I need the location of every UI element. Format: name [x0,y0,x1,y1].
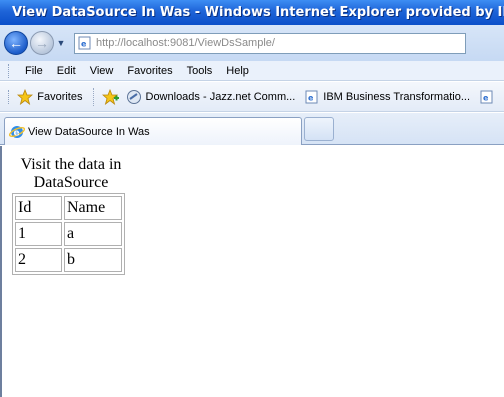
table-row: 2 b [15,248,122,272]
page-ie-icon: e [78,36,91,50]
chevron-down-icon: ▼ [56,38,66,48]
forward-arrow-icon: → [35,35,49,51]
back-button[interactable]: ← [4,31,28,55]
page-ie-icon: e [305,90,318,103]
favorites-label: Favorites [37,90,83,103]
tab-strip: e View DataSource In Was [0,113,504,145]
favorite-link-label: IBM Business Transformatio... [323,90,470,103]
address-bar[interactable]: e http://localhost:9081/ViewDsSample/ [74,32,466,54]
address-url: http://localhost:9081/ViewDsSample/ [96,37,275,49]
favorite-link-more[interactable]: e [480,90,494,104]
menu-help[interactable]: Help [219,65,256,77]
favorites-bar: Favorites Downloads - Jazz.net Comm... e… [0,82,504,112]
menu-view[interactable]: View [83,65,121,77]
table-header-cell: Id [15,196,62,220]
favorites-button[interactable]: Favorites [17,88,83,105]
back-arrow-icon: ← [9,35,23,51]
menu-edit[interactable]: Edit [50,65,83,77]
datasource-panel: Visit the data in DataSource Id Name 1 a… [12,156,130,275]
recent-pages-dropdown[interactable]: ▼ [54,31,68,55]
table-cell: 1 [15,222,62,246]
favorite-link-ibm[interactable]: e IBM Business Transformatio... [305,90,470,104]
add-to-favorites-button[interactable] [101,88,120,105]
page-ie-icon: e [480,90,493,103]
internet-explorer-icon: e [9,125,25,138]
star-icon [17,88,34,105]
table-cell: b [64,248,122,272]
table-header-row: Id Name [15,196,122,220]
svg-text:e: e [308,93,314,102]
page-content: Visit the data in DataSource Id Name 1 a… [0,146,504,397]
tab-label: View DataSource In Was [28,125,150,138]
favorites-grip[interactable] [8,89,10,104]
tab-view-datasource[interactable]: e View DataSource In Was [4,117,302,145]
page-heading: Visit the data in DataSource [20,156,122,191]
table-cell: a [64,222,122,246]
favorite-link-label: Downloads - Jazz.net Comm... [145,90,296,103]
add-favorite-icon [101,88,119,105]
globe-icon [126,89,141,104]
table-row: 1 a [15,222,122,246]
menu-file[interactable]: File [18,65,50,77]
menu-favorites[interactable]: Favorites [120,65,179,77]
new-tab-button[interactable] [304,117,334,141]
table-cell: 2 [15,248,62,272]
toolbar-grip[interactable] [8,63,11,78]
table-header-cell: Name [64,196,122,220]
svg-text:e: e [81,40,87,49]
favorites-separator [92,87,94,106]
window-title-bar[interactable]: e View DataSource In Was - Windows Inter… [0,0,504,25]
favorite-link-jazz[interactable]: Downloads - Jazz.net Comm... [126,89,296,105]
navigation-bar: ← → ▼ e http://localhost:9081/ViewDsSamp… [0,25,504,61]
window-title: View DataSource In Was - Windows Interne… [12,5,504,20]
menu-tools[interactable]: Tools [180,65,220,77]
forward-button[interactable]: → [30,31,54,55]
menu-bar: File Edit View Favorites Tools Help [0,61,504,81]
svg-text:e: e [14,128,20,138]
svg-text:e: e [483,93,489,102]
datasource-table: Id Name 1 a 2 b [12,193,125,275]
